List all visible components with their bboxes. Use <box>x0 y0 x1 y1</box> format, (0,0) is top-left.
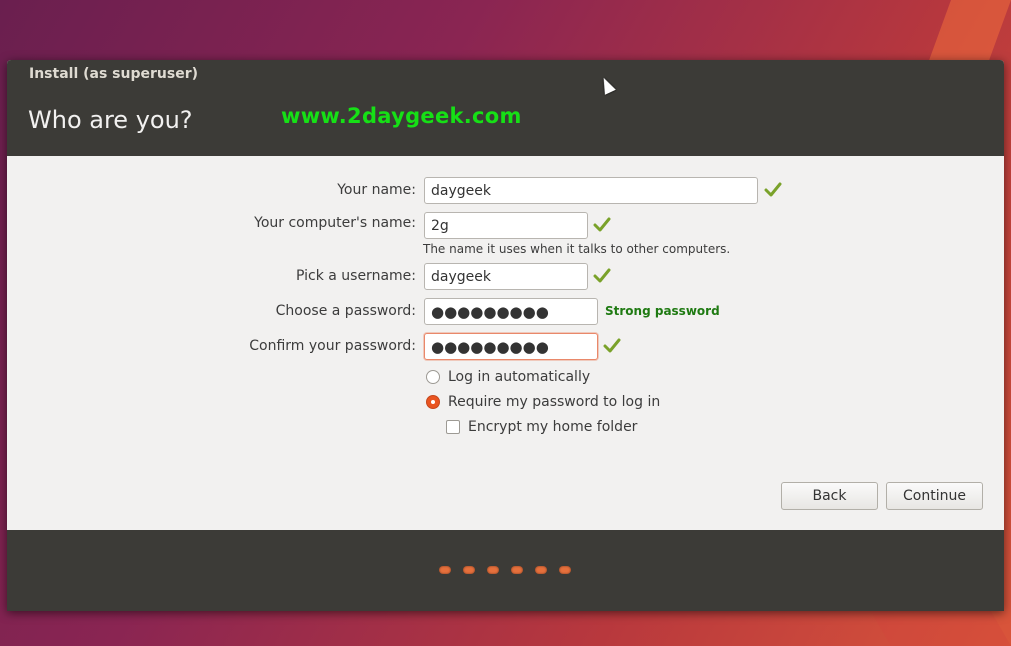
installer-window: Install (as superuser) Who are you? www.… <box>7 60 1004 611</box>
username-label: Pick a username: <box>295 268 416 284</box>
progress-dot <box>463 566 475 574</box>
confirm-password-label: Confirm your password: <box>249 338 416 354</box>
require-password-label: Require my password to log in <box>448 394 661 410</box>
auto-login-radio[interactable] <box>426 370 440 384</box>
encrypt-home-option[interactable]: Encrypt my home folder <box>446 419 637 435</box>
auto-login-label: Log in automatically <box>448 369 591 385</box>
username-input[interactable] <box>424 263 588 290</box>
checkmark-icon <box>593 217 611 232</box>
watermark-text: www.2daygeek.com <box>281 104 522 128</box>
password-input[interactable] <box>424 298 598 325</box>
password-label: Choose a password: <box>275 303 416 319</box>
auto-login-option[interactable]: Log in automatically <box>426 369 590 385</box>
progress-dots <box>439 566 571 574</box>
checkmark-icon <box>764 182 782 197</box>
password-strength: Strong password <box>605 304 720 318</box>
computer-name-label: Your computer's name: <box>254 215 416 231</box>
page-title: Who are you? <box>28 106 193 134</box>
name-input[interactable] <box>424 177 758 204</box>
progress-dot <box>487 566 499 574</box>
confirm-password-input[interactable] <box>424 333 598 360</box>
progress-dot <box>535 566 547 574</box>
encrypt-home-checkbox[interactable] <box>446 420 460 434</box>
encrypt-home-label: Encrypt my home folder <box>468 419 638 435</box>
require-password-radio[interactable] <box>426 395 440 409</box>
continue-button[interactable]: Continue <box>886 482 983 510</box>
progress-dot <box>559 566 571 574</box>
computer-name-input[interactable] <box>424 212 588 239</box>
name-label: Your name: <box>337 182 416 198</box>
checkmark-icon <box>593 268 611 283</box>
require-password-option[interactable]: Require my password to log in <box>426 394 660 410</box>
progress-dot <box>511 566 523 574</box>
window-header: Install (as superuser) Who are you? www.… <box>7 60 1004 156</box>
computer-name-hint: The name it uses when it talks to other … <box>423 242 731 256</box>
back-button[interactable]: Back <box>781 482 878 510</box>
progress-footer <box>7 530 1004 611</box>
checkmark-icon <box>603 338 621 353</box>
user-form: Your name: Your computer's name: The nam… <box>7 156 1004 530</box>
window-title: Install (as superuser) <box>29 66 198 82</box>
progress-dot <box>439 566 451 574</box>
